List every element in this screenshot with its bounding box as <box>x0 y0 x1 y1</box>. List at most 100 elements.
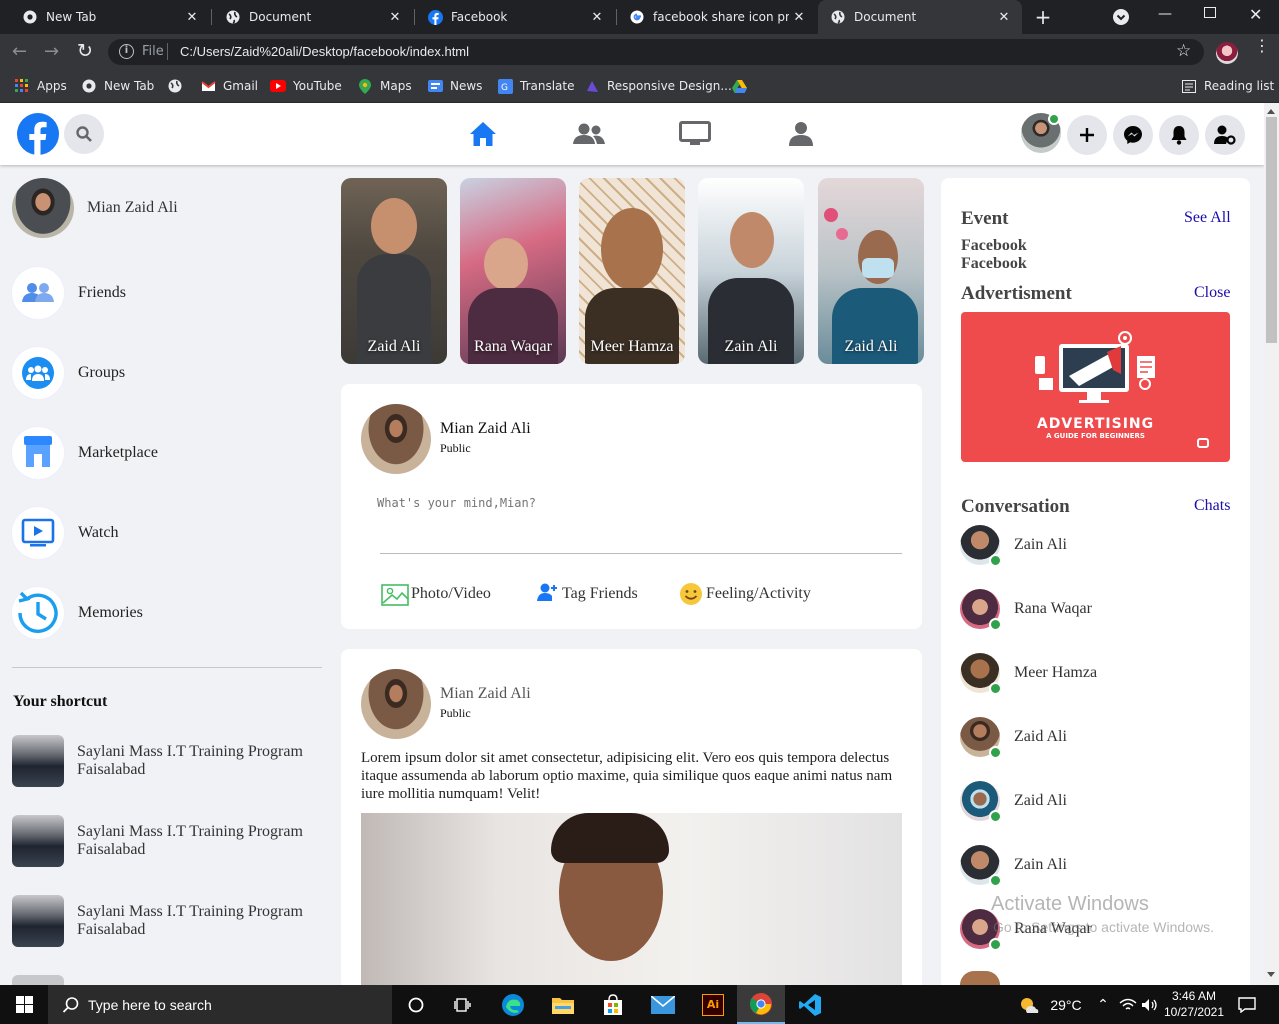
conversation-item[interactable]: Zain Ali <box>960 845 1067 887</box>
profile-nav-icon[interactable] <box>781 116 821 152</box>
bookmark-responsive-design[interactable]: Responsive Design... <box>584 76 732 96</box>
see-all-link[interactable]: See All <box>1184 209 1231 227</box>
forward-arrow-icon[interactable]: → <box>44 41 59 62</box>
minimize-button[interactable]: — <box>1158 6 1172 22</box>
shortcut-item[interactable]: Saylani Mass I.T Training Program Faisala… <box>12 735 303 787</box>
online-status-dot <box>989 810 1002 823</box>
tab-new-tab[interactable]: New Tab ✕ <box>0 0 210 34</box>
notifications-bell-icon[interactable] <box>1159 115 1199 155</box>
sidebar-item-memories[interactable]: Memories <box>12 587 143 639</box>
tab-search-icon[interactable] <box>1113 9 1129 25</box>
taskbar-clock[interactable]: 3:46 AM 10/27/2021 <box>1162 988 1226 1020</box>
volume-icon[interactable] <box>1140 985 1160 1024</box>
scrollbar-thumb[interactable] <box>1266 117 1277 343</box>
bookmark-drive[interactable] <box>731 76 754 96</box>
close-window-button[interactable]: ✕ <box>1249 5 1262 24</box>
file-explorer-icon[interactable] <box>543 985 583 1024</box>
create-plus-icon[interactable] <box>1067 115 1107 155</box>
weather-temperature[interactable]: 29°C <box>1046 985 1086 1024</box>
composer-privacy[interactable]: Public <box>440 441 471 456</box>
restore-button[interactable] <box>1204 7 1216 18</box>
bookmark-apps[interactable]: Apps <box>14 76 67 96</box>
post-author-name[interactable]: Mian Zaid Ali <box>440 685 531 703</box>
conversation-item[interactable]: Zaid Ali <box>960 781 1067 823</box>
post-image[interactable] <box>361 813 902 985</box>
bookmark-maps[interactable]: Maps <box>357 76 412 96</box>
close-link[interactable]: Close <box>1194 284 1230 302</box>
bookmark-new-tab[interactable]: New Tab <box>81 76 154 96</box>
sidebar-profile[interactable]: Mian Zaid Ali <box>12 178 178 238</box>
bookmark-gmail[interactable]: Gmail <box>200 76 258 96</box>
page-scrollbar[interactable] <box>1264 103 1279 985</box>
search-icon[interactable] <box>64 114 104 154</box>
conversation-item[interactable]: Meer Hamza <box>960 653 1097 695</box>
back-arrow-icon[interactable]: ← <box>12 41 27 62</box>
messenger-icon[interactable] <box>1113 115 1153 155</box>
microsoft-store-icon[interactable] <box>593 985 633 1024</box>
bookmark-news[interactable]: News <box>427 76 482 96</box>
photo-video-button[interactable]: Photo/Video <box>381 582 491 606</box>
event-item[interactable]: Facebook <box>961 237 1027 255</box>
watch-nav-icon[interactable] <box>675 116 715 152</box>
chrome-menu-icon[interactable]: ⋮ <box>1254 38 1270 54</box>
story-card[interactable]: Rana Waqar <box>460 178 566 364</box>
info-icon[interactable]: i <box>119 44 134 59</box>
account-settings-icon[interactable] <box>1205 115 1245 155</box>
weather-icon[interactable] <box>1018 985 1040 1024</box>
conversation-item[interactable]: Zain Ali <box>960 525 1067 567</box>
close-tab-icon[interactable]: ✕ <box>789 10 809 25</box>
home-icon[interactable] <box>463 116 503 152</box>
new-tab-button[interactable]: + <box>1032 6 1054 28</box>
taskbar-search-box[interactable]: Type here to search <box>48 985 392 1024</box>
chats-link[interactable]: Chats <box>1194 497 1230 515</box>
mail-icon[interactable] <box>643 985 683 1024</box>
facebook-logo-icon[interactable] <box>17 113 59 155</box>
tab-facebook[interactable]: Facebook ✕ <box>405 0 615 34</box>
friends-nav-icon[interactable] <box>569 116 609 152</box>
feeling-activity-button[interactable]: Feeling/Activity <box>679 582 811 606</box>
profile-avatar[interactable] <box>1216 42 1238 64</box>
illustrator-icon[interactable]: Ai <box>693 985 733 1024</box>
edge-icon[interactable] <box>493 985 533 1024</box>
tab-google-search[interactable]: facebook share icon png - ✕ <box>607 0 817 34</box>
story-card[interactable]: Zain Ali <box>698 178 804 364</box>
chrome-taskbar-icon[interactable] <box>737 985 785 1024</box>
chevron-up-icon[interactable]: ⌃ <box>1094 985 1112 1024</box>
sidebar-item-groups[interactable]: Groups <box>12 347 125 399</box>
advertisement-banner[interactable]: ADVERTISING A GUIDE FOR BEGINNERS <box>961 312 1230 462</box>
conversation-item[interactable]: Rana Waqar <box>960 589 1092 631</box>
story-card[interactable]: Zaid Ali <box>341 178 447 364</box>
sidebar-item-watch[interactable]: Watch <box>12 507 118 559</box>
windows-start-icon[interactable] <box>0 985 48 1024</box>
event-item[interactable]: Facebook <box>961 255 1027 273</box>
post-text-input[interactable] <box>377 492 897 514</box>
task-view-icon[interactable] <box>443 985 483 1024</box>
bookmark-youtube[interactable]: YouTube <box>270 76 342 96</box>
tag-friends-button[interactable]: Tag Friends <box>536 582 638 606</box>
bookmark-translate[interactable]: G Translate <box>497 76 575 96</box>
shortcut-item[interactable]: Saylani Mass I.T Training Program Faisala… <box>12 815 303 867</box>
notification-center-icon[interactable] <box>1232 985 1262 1024</box>
story-card[interactable]: Zaid Ali <box>818 178 924 364</box>
bookmark-globe[interactable] <box>167 76 190 96</box>
story-name: Zaid Ali <box>367 338 421 355</box>
wifi-icon[interactable] <box>1118 985 1138 1024</box>
reading-list-button[interactable]: Reading list <box>1181 76 1274 96</box>
reload-icon[interactable]: ↻ <box>77 40 93 62</box>
close-tab-icon[interactable]: ✕ <box>385 10 405 25</box>
vscode-icon[interactable] <box>790 985 830 1024</box>
tab-document-active[interactable]: Document ✕ <box>818 0 1022 34</box>
cortana-icon[interactable] <box>396 985 436 1024</box>
close-tab-icon[interactable]: ✕ <box>587 10 607 25</box>
sidebar-item-marketplace[interactable]: Marketplace <box>12 427 158 479</box>
address-bar[interactable]: i File C:/Users/Zaid%20ali/Desktop/faceb… <box>108 39 1204 65</box>
close-tab-icon[interactable]: ✕ <box>994 10 1014 25</box>
story-card[interactable]: Meer Hamza <box>579 178 685 364</box>
shortcut-item[interactable]: Saylani Mass I.T Training Program Faisala… <box>12 895 303 947</box>
url-text[interactable]: C:/Users/Zaid%20ali/Desktop/facebook/ind… <box>180 44 469 59</box>
close-tab-icon[interactable]: ✕ <box>182 10 202 25</box>
sidebar-item-friends[interactable]: Friends <box>12 267 126 319</box>
bookmark-star-icon[interactable]: ☆ <box>1176 41 1191 61</box>
tab-document[interactable]: Document ✕ <box>203 0 413 34</box>
conversation-item[interactable]: Zaid Ali <box>960 717 1067 759</box>
